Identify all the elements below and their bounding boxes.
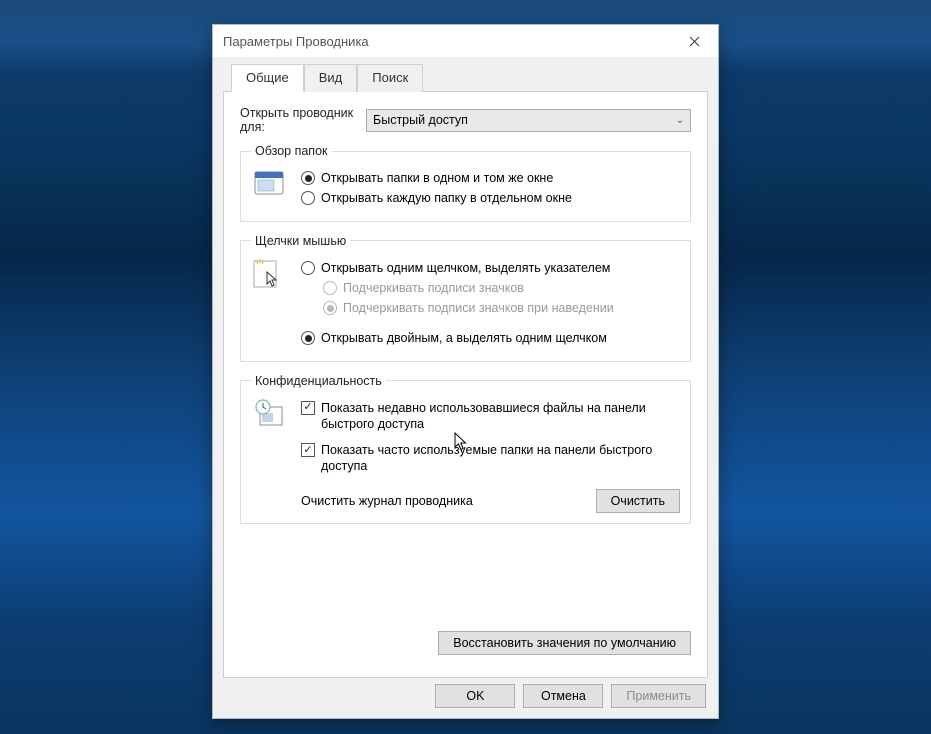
- tab-general[interactable]: Общие: [231, 64, 304, 92]
- titlebar: Параметры Проводника: [213, 25, 718, 57]
- group-click-items: Щелчки мышью Открывать одним щелчком, вы…: [240, 234, 691, 362]
- open-explorer-label: Открыть проводник для:: [240, 106, 366, 134]
- close-button[interactable]: [672, 26, 716, 56]
- tabstrip: Общие Вид Поиск: [223, 63, 708, 91]
- browse-folders-icon: [251, 166, 291, 203]
- close-icon: [689, 36, 700, 47]
- open-explorer-value: Быстрый доступ: [373, 113, 468, 127]
- chevron-down-icon: ⌄: [676, 115, 684, 126]
- checkbox-icon: ✓: [301, 401, 315, 415]
- group-privacy-legend: Конфиденциальность: [251, 374, 386, 388]
- check-recent-files[interactable]: ✓ Показать недавно использовавшиеся файл…: [301, 400, 680, 433]
- click-items-icon: [251, 256, 291, 295]
- radio-separate-window[interactable]: Открывать каждую папку в отдельном окне: [301, 190, 680, 206]
- radio-double-click[interactable]: Открывать двойным, а выделять одним щелч…: [301, 330, 680, 346]
- open-explorer-combo[interactable]: Быстрый доступ ⌄: [366, 109, 691, 132]
- ok-button[interactable]: OK: [435, 684, 515, 708]
- radio-single-click[interactable]: Открывать одним щелчком, выделять указат…: [301, 260, 680, 276]
- radio-underline-hover-label: Подчеркивать подписи значков при наведен…: [343, 300, 614, 316]
- tabpanel-general: Открыть проводник для: Быстрый доступ ⌄ …: [223, 91, 708, 678]
- radio-icon: [323, 281, 337, 295]
- group-browse-folders: Обзор папок Открывать папки в одном и то…: [240, 144, 691, 222]
- folder-options-window: Параметры Проводника Общие Вид Поиск Отк…: [212, 24, 719, 719]
- radio-single-click-label: Открывать одним щелчком, выделять указат…: [321, 260, 610, 276]
- radio-underline-always: Подчеркивать подписи значков: [323, 280, 680, 296]
- clear-history-label: Очистить журнал проводника: [301, 494, 586, 508]
- radio-icon: [301, 261, 315, 275]
- radio-same-window[interactable]: Открывать папки в одном и том же окне: [301, 170, 680, 186]
- check-frequent-folders[interactable]: ✓ Показать часто используемые папки на п…: [301, 442, 680, 475]
- radio-underline-always-label: Подчеркивать подписи значков: [343, 280, 524, 296]
- radio-icon: [301, 191, 315, 205]
- radio-same-window-label: Открывать папки в одном и том же окне: [321, 170, 553, 186]
- radio-double-click-label: Открывать двойным, а выделять одним щелч…: [321, 330, 607, 346]
- checkbox-icon: ✓: [301, 443, 315, 457]
- clear-button[interactable]: Очистить: [596, 489, 680, 513]
- radio-icon: [323, 301, 337, 315]
- apply-button[interactable]: Применить: [611, 684, 706, 708]
- check-frequent-folders-label: Показать часто используемые папки на пан…: [321, 442, 680, 475]
- restore-defaults-row: Восстановить значения по умолчанию: [240, 627, 691, 665]
- clear-history-row: Очистить журнал проводника Очистить: [301, 489, 680, 513]
- cancel-button[interactable]: Отмена: [523, 684, 603, 708]
- window-title: Параметры Проводника: [223, 34, 672, 49]
- dialog-footer: OK Отмена Применить: [223, 678, 708, 708]
- privacy-icon: [251, 396, 291, 435]
- open-explorer-row: Открыть проводник для: Быстрый доступ ⌄: [240, 106, 691, 134]
- group-browse-legend: Обзор папок: [251, 144, 332, 158]
- client-area: Общие Вид Поиск Открыть проводник для: Б…: [213, 57, 718, 718]
- check-recent-files-label: Показать недавно использовавшиеся файлы …: [321, 400, 680, 433]
- radio-underline-hover: Подчеркивать подписи значков при наведен…: [323, 300, 680, 316]
- radio-icon: [301, 331, 315, 345]
- tab-view[interactable]: Вид: [304, 64, 358, 92]
- group-privacy: Конфиденциальность ✓ Показать н: [240, 374, 691, 524]
- radio-icon: [301, 171, 315, 185]
- group-click-legend: Щелчки мышью: [251, 234, 350, 248]
- restore-defaults-button[interactable]: Восстановить значения по умолчанию: [438, 631, 691, 655]
- radio-separate-window-label: Открывать каждую папку в отдельном окне: [321, 190, 572, 206]
- tab-search[interactable]: Поиск: [357, 64, 423, 92]
